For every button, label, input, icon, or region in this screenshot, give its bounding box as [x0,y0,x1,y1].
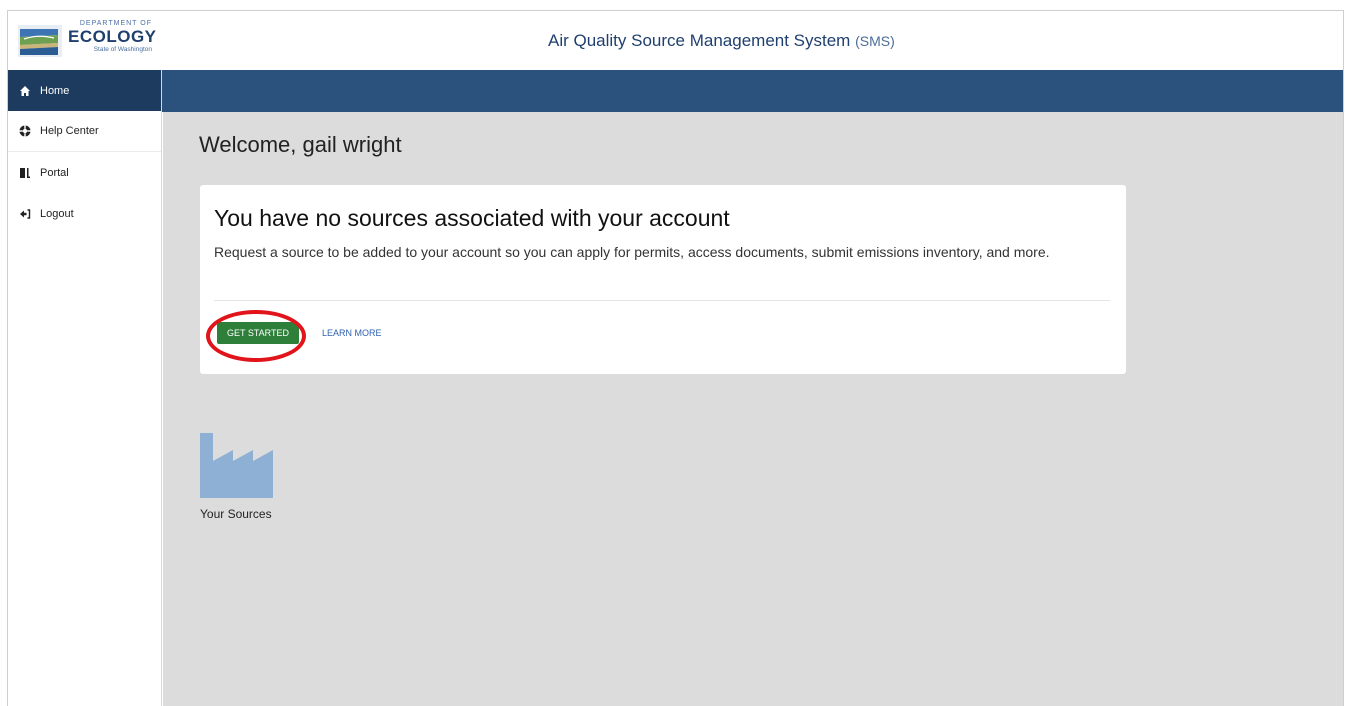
sidebar-item-label: Home [40,84,70,97]
app-title-abbr: (SMS) [855,33,895,49]
sidebar: Home Help Center Portal Logout [8,70,162,706]
logout-icon [18,207,32,221]
sidebar-item-label: Logout [40,207,74,220]
app-title-text: Air Quality Source Management System [548,31,851,50]
sidebar-item-label: Portal [40,166,69,179]
header: DEPARTMENT OF ECOLOGY State of Washingto… [8,11,1343,70]
help-icon [18,124,32,138]
welcome-heading: Welcome, gail wright [199,132,402,157]
card-title: You have no sources associated with your… [214,205,730,231]
portal-icon [18,166,32,180]
ecology-logo[interactable]: DEPARTMENT OF ECOLOGY State of Washingto… [18,19,157,61]
home-icon [18,84,32,98]
no-sources-card: You have no sources associated with your… [200,185,1126,374]
learn-more-link[interactable]: LEARN MORE [322,328,382,338]
card-description: Request a source to be added to your acc… [214,244,1050,260]
logo-main-text: ECOLOGY [68,27,157,46]
app-title: Air Quality Source Management System (SM… [548,31,895,51]
ecology-logo-mark [18,25,62,57]
card-divider [214,300,1110,301]
sidebar-item-portal[interactable]: Portal [8,152,161,193]
logo-sub-text: State of Washington [93,46,152,53]
tile-label: Your Sources [200,507,272,521]
sidebar-item-logout[interactable]: Logout [8,193,161,234]
factory-icon [200,433,273,498]
get-started-button[interactable]: GET STARTED [217,322,299,344]
sidebar-item-label: Help Center [40,125,99,137]
top-navbar [8,70,1343,112]
main-content: Welcome, gail wright You have no sources… [163,112,1343,706]
sidebar-item-help-center[interactable]: Help Center [8,111,161,152]
sidebar-item-home[interactable]: Home [8,70,161,111]
app-window: DEPARTMENT OF ECOLOGY State of Washingto… [7,10,1344,706]
your-sources-tile[interactable]: Your Sources [200,433,278,521]
